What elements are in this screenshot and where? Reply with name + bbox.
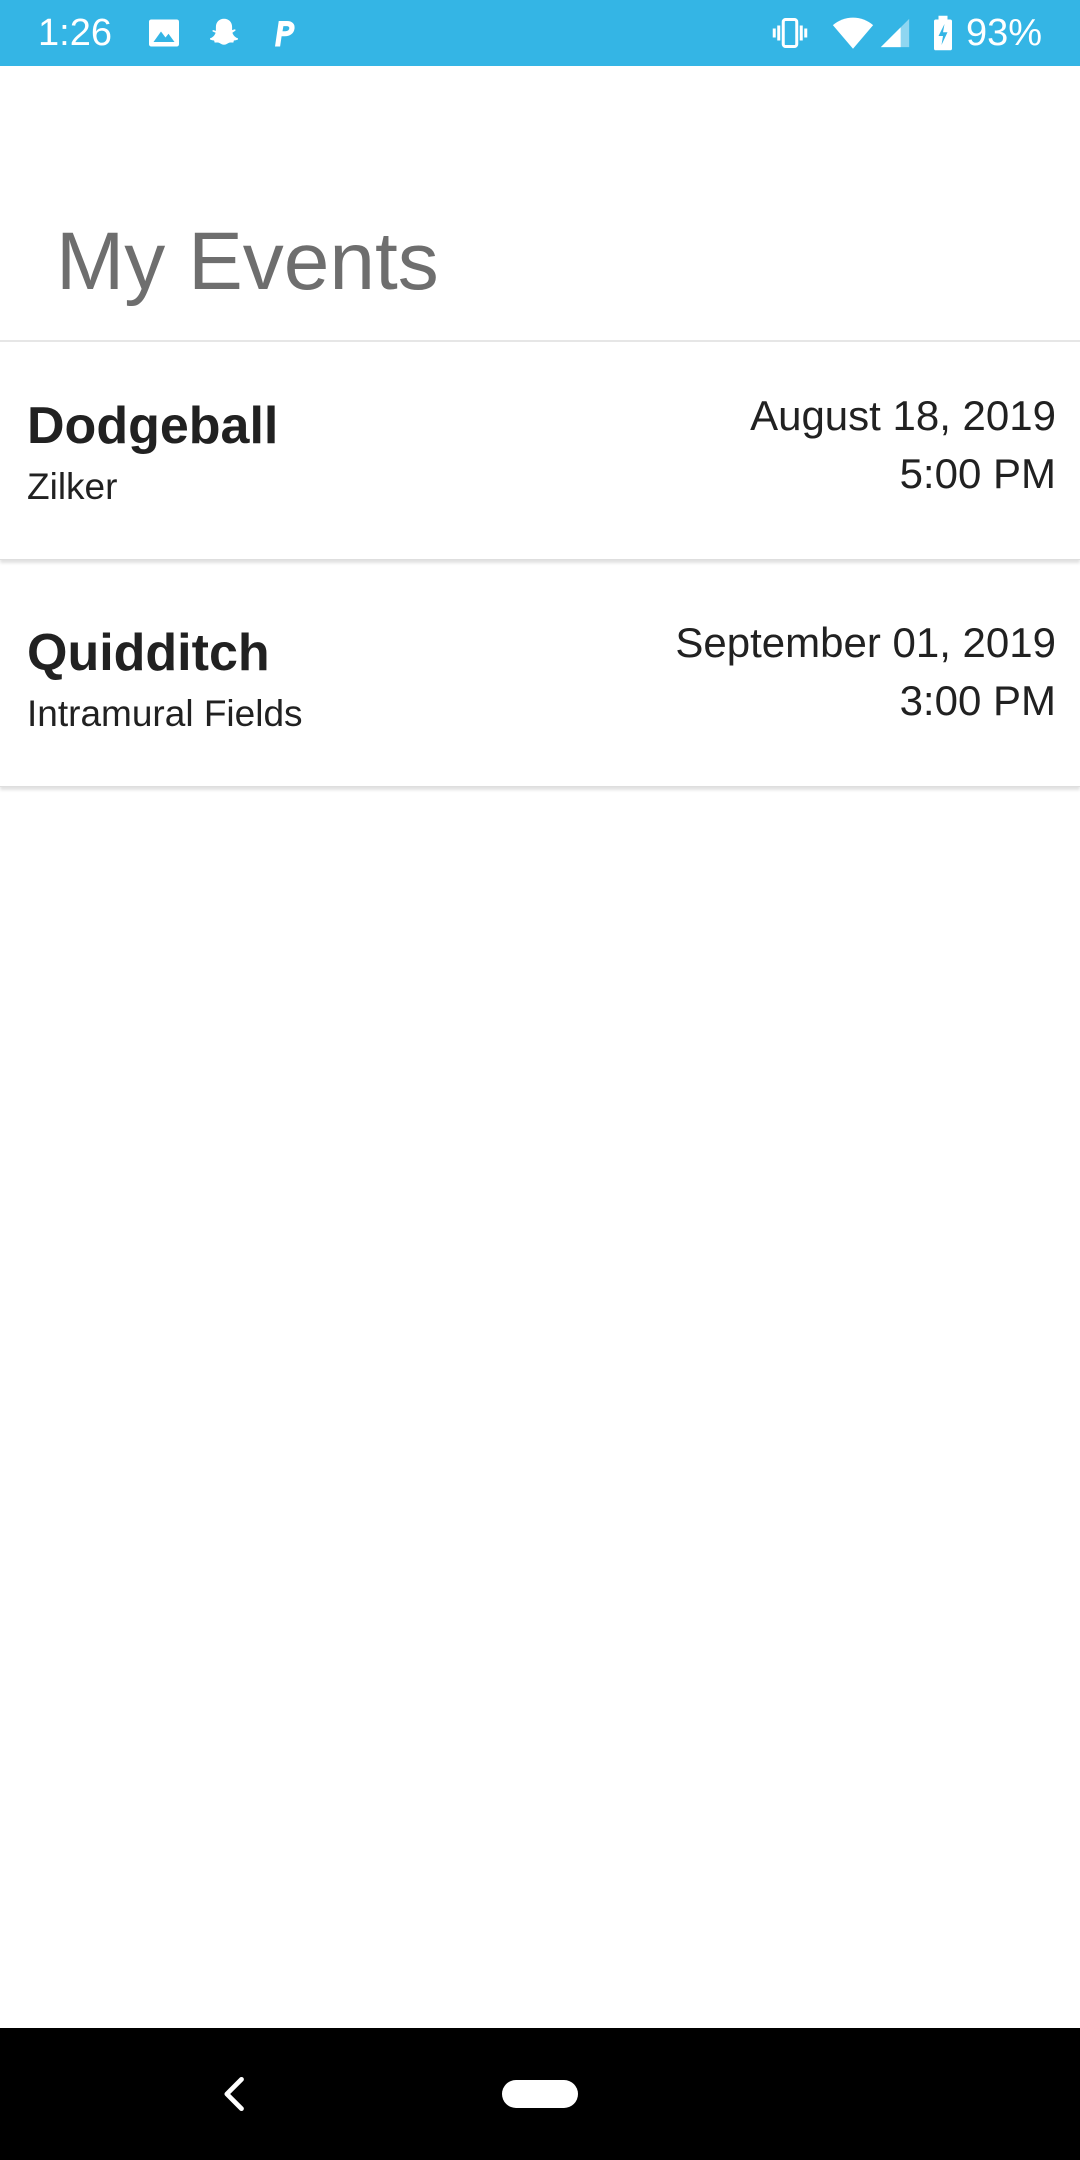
battery-charging-icon — [934, 15, 952, 51]
battery-percent: 93% — [966, 12, 1043, 54]
image-notification-icon — [149, 19, 179, 47]
event-name: Quidditch — [27, 624, 270, 682]
page-title: My Events — [56, 216, 439, 307]
event-time: 5:00 PM — [899, 450, 1056, 497]
event-card-dodgeball[interactable]: Dodgeball Zilker August 18, 2019 5:00 PM — [0, 343, 1080, 560]
event-location: Intramural Fields — [27, 693, 303, 734]
navigation-bar — [0, 2028, 1080, 2160]
cell-signal-icon — [880, 18, 910, 48]
event-time: 3:00 PM — [899, 677, 1056, 724]
wifi-icon — [832, 17, 874, 49]
vibrate-icon — [772, 18, 808, 48]
status-bar: 1:26 93% — [0, 0, 1080, 66]
home-pill-icon[interactable] — [502, 2080, 578, 2108]
header-divider — [0, 340, 1080, 342]
event-date: September 01, 2019 — [675, 619, 1056, 666]
p-app-icon — [275, 21, 295, 47]
event-date: August 18, 2019 — [750, 392, 1056, 439]
event-card-quidditch[interactable]: Quidditch Intramural Fields September 01… — [0, 570, 1080, 787]
snapchat-icon — [210, 18, 238, 45]
event-location: Zilker — [27, 466, 118, 507]
back-icon[interactable] — [214, 2072, 258, 2116]
event-name: Dodgeball — [27, 397, 279, 455]
status-time: 1:26 — [38, 12, 112, 54]
